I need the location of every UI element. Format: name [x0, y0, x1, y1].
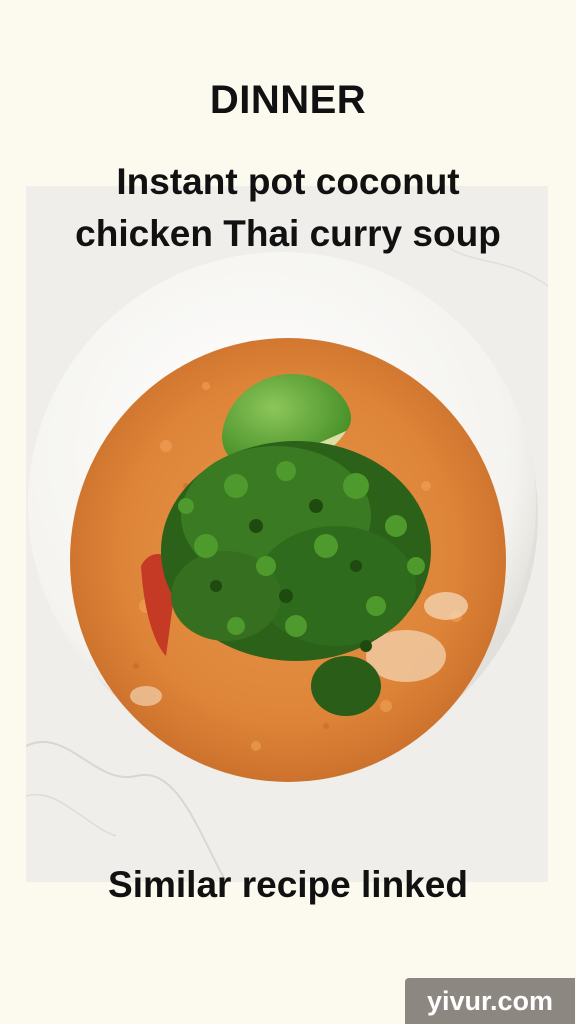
soup-photo — [26, 186, 548, 882]
category-heading: DINNER — [209, 78, 367, 122]
recipe-title-line-2: chicken Thai curry soup — [75, 213, 501, 254]
recipe-title-line-1: Instant pot coconut — [116, 161, 460, 202]
story-page: DINNER Instant pot coconut chicken Thai … — [0, 0, 576, 1024]
recipe-link-caption: Similar recipe linked — [108, 864, 468, 905]
recipe-title: Instant pot coconut chicken Thai curry s… — [0, 156, 576, 260]
watermark-badge: yivur.com — [405, 978, 575, 1024]
